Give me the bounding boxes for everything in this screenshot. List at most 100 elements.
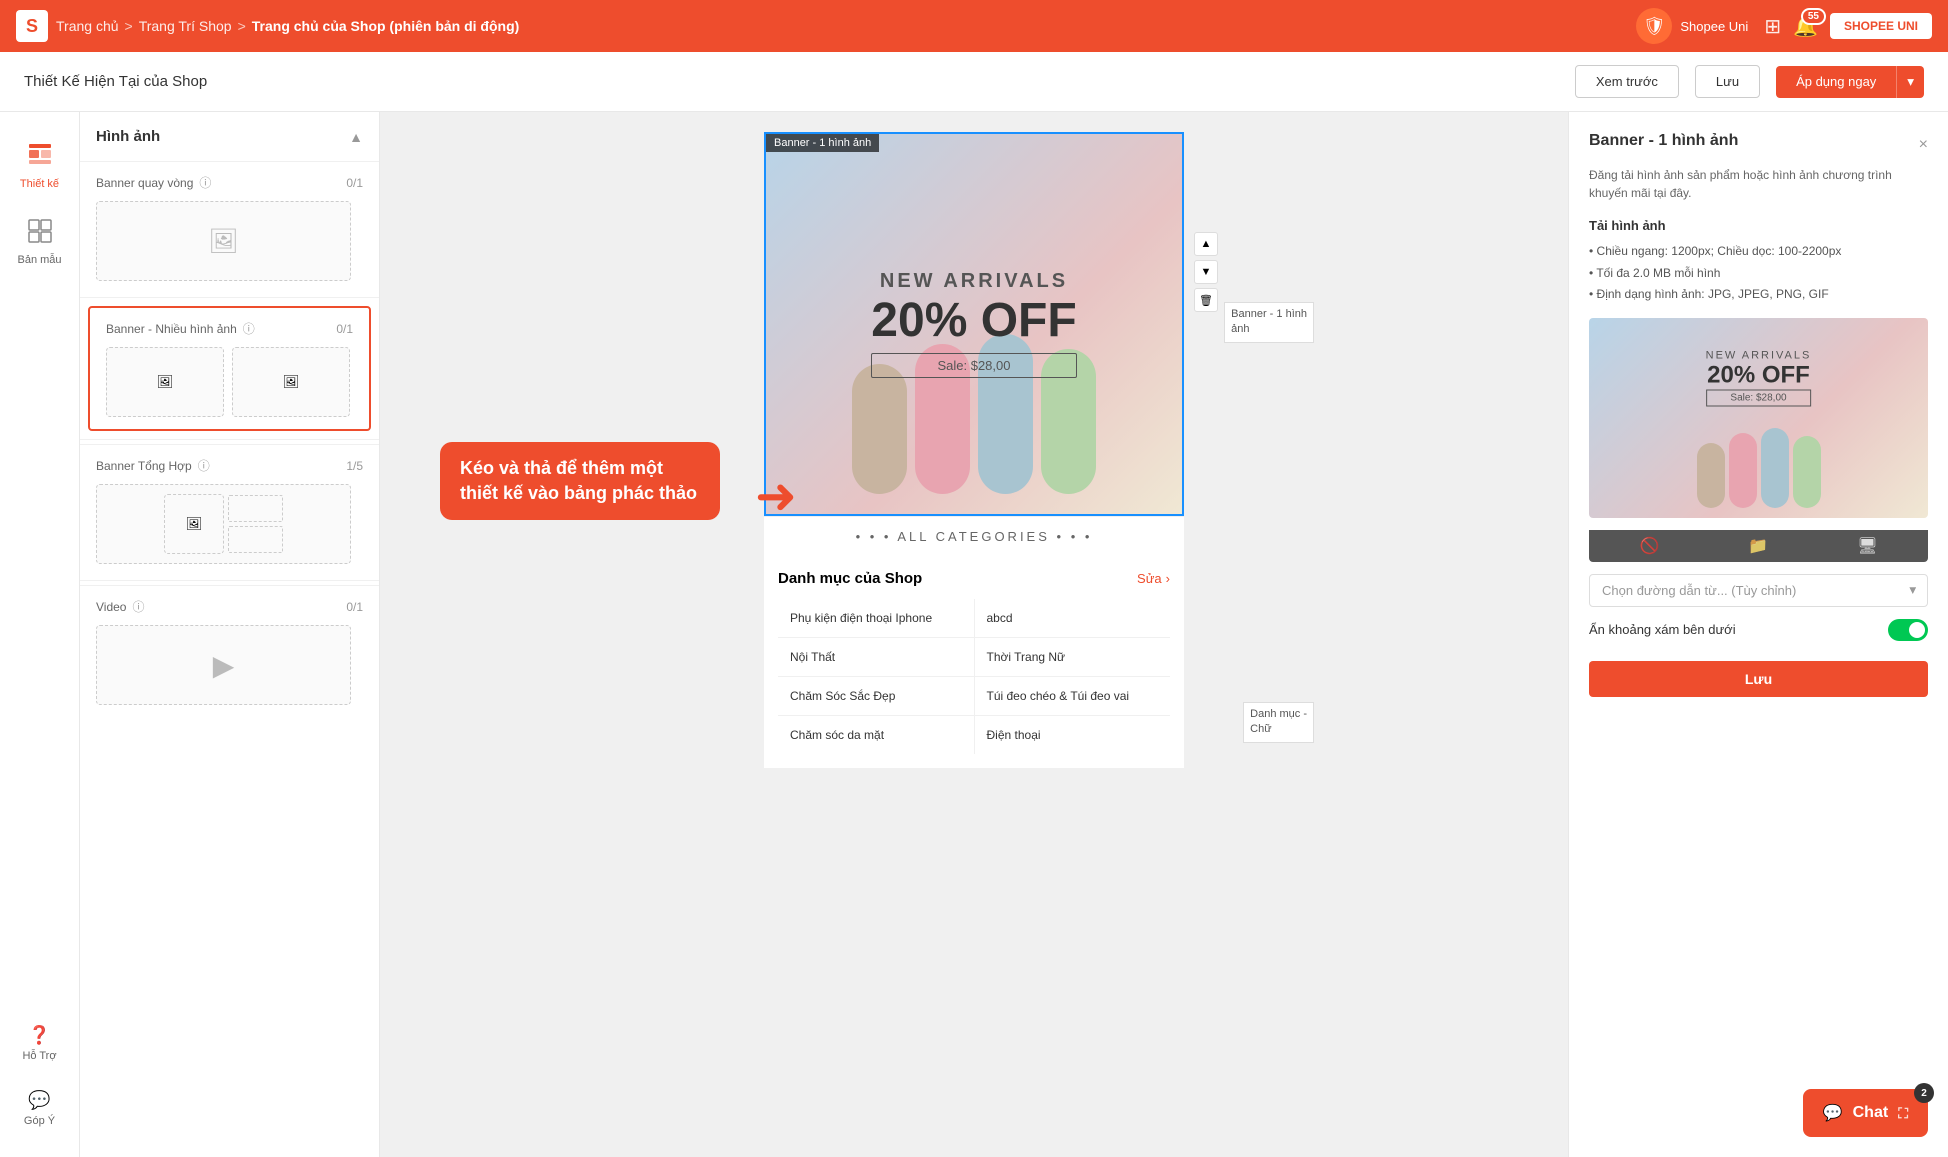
- banner-quay-vong-thumb[interactable]: 🖼: [96, 201, 351, 281]
- chevron-right-icon: ›: [1166, 571, 1170, 586]
- shopee-uni-label[interactable]: Shopee Uni: [1680, 19, 1748, 34]
- sidebar-item-thiet-ke[interactable]: Thiết kế: [5, 132, 75, 200]
- rp-tb-no-image-icon[interactable]: 🚫: [1639, 536, 1659, 556]
- rp-toggle-switch[interactable]: [1888, 619, 1928, 641]
- canvas-banner[interactable]: Banner - 1 hình ảnh NEW ARRIVALS 20% OFF…: [764, 132, 1184, 516]
- bell-badge: 55: [1801, 8, 1826, 25]
- rp-close-button[interactable]: ×: [1919, 136, 1928, 154]
- help-icon-0: ⓘ: [199, 174, 211, 191]
- sidebar-item-gop-y[interactable]: 💬 Góp Ý: [5, 1080, 75, 1137]
- preview-button[interactable]: Xem trước: [1575, 65, 1679, 98]
- breadcrumb-current: Trang chủ của Shop (phiên bản di động): [252, 18, 520, 34]
- rule-2-text: Tối đa 2.0 MB mỗi hình: [1596, 266, 1720, 280]
- sidebar-gop-y-label: Góp Ý: [24, 1115, 55, 1127]
- banner-image: NEW ARRIVALS 20% OFF Sale: $28,00: [766, 134, 1182, 514]
- categories-grid: Phụ kiện điện thoại Iphone abcd Nội Thất…: [778, 599, 1170, 754]
- rp-tb-screen-icon[interactable]: 🖥: [1857, 536, 1877, 556]
- top-nav: S Trang chủ > Trang Trí Shop > Trang chủ…: [0, 0, 1948, 52]
- bell-wrapper: 🔔 55: [1793, 14, 1818, 39]
- danh-muc-side-label: Danh mục -Chữ: [1243, 702, 1314, 743]
- breadcrumb-home[interactable]: Trang chủ: [56, 18, 119, 34]
- rp-toggle-row: Ẩn khoảng xám bên dưới: [1589, 619, 1928, 641]
- cat-cell-2-left[interactable]: Chăm Sóc Sắc Đẹp: [778, 677, 974, 715]
- apply-dropdown-button[interactable]: ▾: [1896, 66, 1924, 98]
- toolbar: Thiết Kế Hiện Tại của Shop Xem trước Lưu…: [0, 52, 1948, 112]
- video-thumb[interactable]: ▶: [96, 625, 351, 705]
- banner-quay-vong-section: Banner quay vòng ⓘ 0/1 🖼: [80, 162, 379, 293]
- sidebar-item-ho-tro[interactable]: ❓ Hỗ Trợ: [5, 1015, 75, 1072]
- help-icon-3: ⓘ: [132, 598, 144, 615]
- rp-tb-upload-icon[interactable]: 📁: [1748, 536, 1768, 556]
- cat-cell-3-right[interactable]: Điện thoại: [975, 716, 1171, 754]
- rp-url-select[interactable]: Chọn đường dẫn từ... (Tùy chỉnh): [1589, 574, 1928, 607]
- all-categories-bar: • • • ALL CATEGORIES • • •: [764, 516, 1184, 556]
- rp-preview-toolbar: 🚫 📁 🖥: [1589, 530, 1928, 562]
- panel-header: Hình ảnh ▲: [80, 112, 379, 162]
- left-sidebar: Thiết kế Bản mẫu ❓ Hỗ Trợ 💬 Góp Ý: [0, 112, 80, 1157]
- video-section: Video ⓘ 0/1 ▶: [80, 585, 379, 717]
- tong-hop-sub2: [228, 526, 283, 553]
- thiet-ke-icon: [27, 142, 53, 174]
- chat-expand-icon: ⛶: [1898, 1105, 1908, 1122]
- breadcrumb-shop-design[interactable]: Trang Trí Shop: [139, 18, 232, 34]
- breadcrumb: Trang chủ > Trang Trí Shop > Trang chủ c…: [56, 18, 519, 34]
- gop-y-icon: 💬: [28, 1090, 50, 1111]
- cat-cell-1-right[interactable]: Thời Trang Nữ: [975, 638, 1171, 676]
- chat-button[interactable]: 💬 Chat 2 ⛶: [1803, 1089, 1928, 1137]
- cat-cell-2-right[interactable]: Túi đeo chéo & Túi đeo vai: [975, 677, 1171, 715]
- banner-label-tag: Banner - 1 hình ảnh: [766, 134, 879, 152]
- panel-collapse-icon[interactable]: ▲: [349, 129, 363, 145]
- sidebar-item-ban-mau[interactable]: Bản mẫu: [5, 208, 75, 276]
- cats-dots-left: • • •: [856, 529, 892, 544]
- rp-preview-sale: Sale: $28,00: [1706, 389, 1812, 406]
- shopee-uni-section: 🛡 Shopee Uni: [1636, 8, 1748, 44]
- shopee-uni-icon: 🛡: [1636, 8, 1672, 44]
- banner-nhieu-thumb-1[interactable]: 🖼: [106, 347, 224, 417]
- red-arrow-icon: ➜: [755, 467, 797, 525]
- banner-nhieu-thumbs: 🖼 🖼: [106, 347, 353, 417]
- rule-1: • Chiều ngang: 1200px; Chiều dọc: 100-22…: [1589, 241, 1928, 263]
- user-button[interactable]: SHOPEE UNI: [1830, 13, 1932, 39]
- rp-toggle-label: Ẩn khoảng xám bên dưới: [1589, 622, 1736, 637]
- chat-label: Chat: [1853, 1104, 1889, 1122]
- ban-mau-icon: [27, 218, 53, 250]
- image-icon-2: 🖼: [283, 374, 300, 390]
- edit-label: Sửa: [1137, 571, 1162, 586]
- sidebar-bottom: ❓ Hỗ Trợ 💬 Góp Ý: [5, 1015, 75, 1137]
- scroll-down-button[interactable]: ▼: [1194, 260, 1218, 284]
- rp-save-button[interactable]: Lưu: [1589, 661, 1928, 697]
- banner-nhieu-text: Banner - Nhiều hình ảnh: [106, 322, 237, 336]
- cats-dots-right: • • •: [1057, 529, 1093, 544]
- rp-upload-title: Tải hình ảnh: [1589, 218, 1928, 233]
- delete-button[interactable]: 🗑: [1194, 288, 1218, 312]
- rp-preview-off: 20% OFF: [1706, 361, 1812, 389]
- banner-side-label: Banner - 1 hìnhảnh: [1224, 302, 1314, 343]
- toolbar-title: Thiết Kế Hiện Tại của Shop: [24, 73, 1559, 90]
- tong-hop-grid: [228, 495, 283, 553]
- cat-cell-0-right[interactable]: abcd: [975, 599, 1171, 637]
- shop-cats-header: Danh mục của Shop Sửa ›: [778, 570, 1170, 587]
- banner-nhieu-thumb-2[interactable]: 🖼: [232, 347, 350, 417]
- apply-button[interactable]: Áp dụng ngay: [1776, 66, 1896, 98]
- sidebar-ho-tro-label: Hỗ Trợ: [22, 1050, 56, 1062]
- shopee-logo[interactable]: S: [16, 10, 48, 42]
- breadcrumb-sep2: >: [238, 18, 246, 34]
- scroll-up-button[interactable]: ▲: [1194, 232, 1218, 256]
- banner-nhieu-label: Banner - Nhiều hình ảnh ⓘ 0/1: [106, 320, 353, 337]
- rule-3: • Định dạng hình ảnh: JPG, JPEG, PNG, GI…: [1589, 284, 1928, 306]
- components-panel: Hình ảnh ▲ Banner quay vòng ⓘ 0/1 🖼 Bann…: [80, 112, 380, 1157]
- cat-cell-0-left[interactable]: Phụ kiện điện thoại Iphone: [778, 599, 974, 637]
- banner-tong-hop-thumb[interactable]: 🖼: [96, 484, 351, 564]
- banner-nhieu-section: Banner - Nhiều hình ảnh ⓘ 0/1 🖼 🖼: [88, 306, 371, 431]
- ho-tro-icon: ❓: [28, 1025, 50, 1046]
- grid-icon[interactable]: ⊞: [1764, 14, 1781, 39]
- shop-categories: Danh mục của Shop Sửa › Phụ kiện điện th…: [764, 556, 1184, 768]
- banner-text-block: NEW ARRIVALS 20% OFF Sale: $28,00: [871, 270, 1076, 378]
- rp-title: Banner - 1 hình ảnh: [1589, 132, 1738, 150]
- shop-cats-edit-button[interactable]: Sửa ›: [1137, 571, 1170, 586]
- save-button[interactable]: Lưu: [1695, 65, 1760, 98]
- sidebar-thiet-ke-label: Thiết kế: [20, 178, 59, 190]
- cat-cell-3-left[interactable]: Chăm sóc da mặt: [778, 716, 974, 754]
- cat-cell-1-left[interactable]: Nội Thất: [778, 638, 974, 676]
- video-text: Video: [96, 600, 126, 614]
